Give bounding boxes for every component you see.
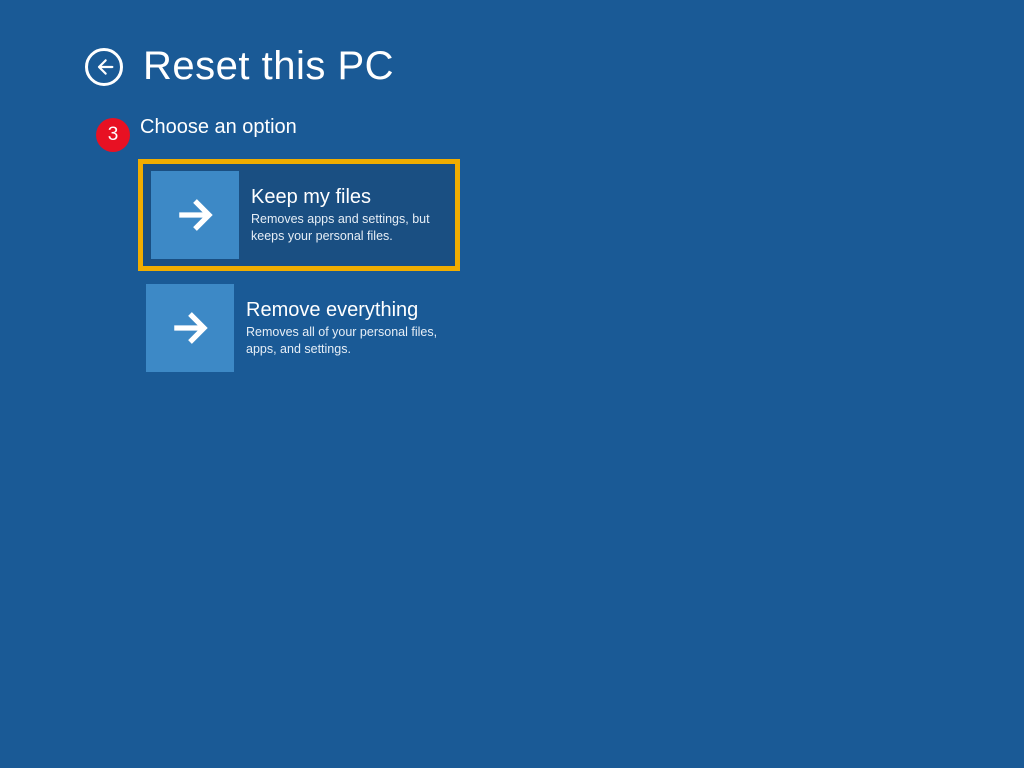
option-tile bbox=[151, 171, 239, 259]
option-text: Keep my files Removes apps and settings,… bbox=[251, 186, 455, 244]
arrow-right-icon bbox=[174, 194, 216, 236]
option-title: Remove everything bbox=[246, 299, 446, 322]
page-title: Reset this PC bbox=[143, 44, 394, 89]
annotation-step-badge: 3 bbox=[96, 118, 130, 152]
option-text: Remove everything Removes all of your pe… bbox=[246, 299, 458, 357]
annotation-number: 3 bbox=[108, 124, 119, 146]
option-keep-my-files[interactable]: Keep my files Removes apps and settings,… bbox=[140, 161, 458, 269]
arrow-right-icon bbox=[169, 307, 211, 349]
option-title: Keep my files bbox=[251, 186, 443, 209]
option-remove-everything[interactable]: Remove everything Removes all of your pe… bbox=[140, 283, 458, 373]
back-button[interactable] bbox=[85, 48, 123, 86]
back-arrow-icon bbox=[94, 57, 114, 77]
header: Reset this PC bbox=[85, 44, 394, 89]
option-description: Removes apps and settings, but keeps you… bbox=[251, 211, 443, 244]
option-tile bbox=[146, 284, 234, 372]
subtitle: Choose an option bbox=[140, 116, 297, 139]
option-description: Removes all of your personal files, apps… bbox=[246, 324, 446, 357]
